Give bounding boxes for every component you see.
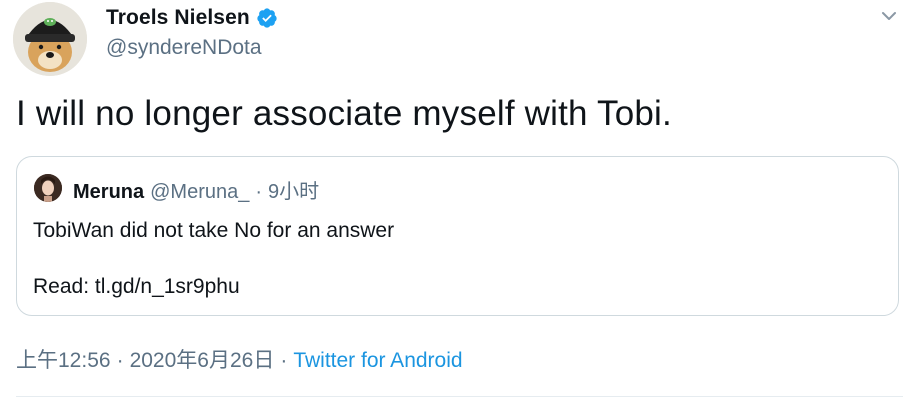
quoted-tweet-card[interactable]: Meruna @Meruna_ · 9小时 TobiWan did not ta… (16, 156, 899, 316)
quoted-display-name[interactable]: Meruna (73, 181, 144, 204)
quoted-text-line: TobiWan did not take No for an answer (33, 219, 395, 242)
tweet: Troels Nielsen @syndereNDota I will no l… (0, 0, 919, 408)
quoted-handle[interactable]: @Meruna_ (150, 181, 249, 204)
chevron-down-icon[interactable] (876, 3, 902, 29)
tweet-source-link[interactable]: Twitter for Android (293, 349, 462, 373)
tweet-date[interactable]: 2020年6月26日 (130, 344, 275, 374)
tweet-meta: 上午12:56 · 2020年6月26日 · Twitter for Andro… (16, 344, 463, 374)
quoted-separator: · (255, 181, 263, 203)
tweet-time[interactable]: 上午12:56 (16, 344, 111, 374)
meta-separator: · (116, 349, 124, 372)
author-avatar[interactable] (13, 2, 87, 76)
tweet-text: I will no longer associate myself with T… (16, 94, 672, 133)
author-handle[interactable]: @syndereNDota (106, 36, 262, 60)
verified-badge-icon (256, 7, 278, 29)
meta-separator: · (280, 349, 288, 372)
quoted-author-avatar[interactable] (34, 174, 62, 202)
person-avatar-icon (34, 174, 62, 202)
divider (16, 396, 903, 397)
dog-with-beanie-avatar-icon (13, 2, 87, 76)
author-name-row[interactable]: Troels Nielsen (106, 4, 278, 32)
quoted-header: Meruna @Meruna_ · 9小时 (73, 175, 319, 204)
author-display-name[interactable]: Troels Nielsen (106, 6, 250, 30)
quoted-timestamp[interactable]: 9小时 (268, 175, 319, 204)
quoted-text-link-line: Read: tl.gd/n_1sr9phu (33, 275, 240, 298)
